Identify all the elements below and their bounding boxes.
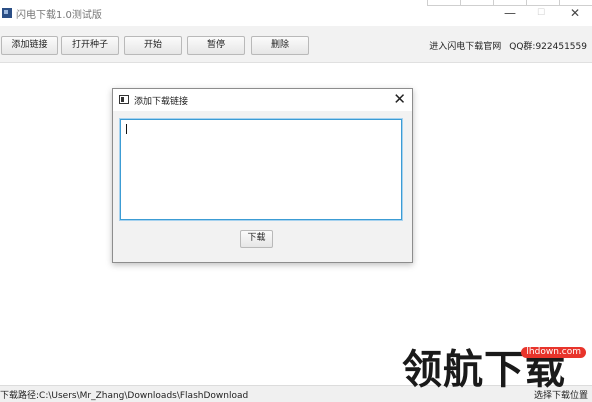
toolbar-info: 进入闪电下载官网 QQ群:922451559 xyxy=(429,39,587,52)
app-icon xyxy=(2,8,12,18)
dialog-window-icon xyxy=(119,95,129,104)
pause-button[interactable]: 暂停 xyxy=(187,36,245,55)
dialog-close-icon[interactable]: ✕ xyxy=(393,91,406,108)
dialog-title-bar: 添加下载链接 ✕ xyxy=(113,89,412,111)
title-bar: 闪电下载1.0测试版 — ☐ ✕ xyxy=(0,0,592,26)
open-torrent-button[interactable]: 打开种子 xyxy=(61,36,119,55)
qq-group-label: QQ群:922451559 xyxy=(509,42,587,52)
text-caret xyxy=(126,124,127,134)
start-button[interactable]: 开始 xyxy=(124,36,182,55)
dialog-title: 添加下载链接 xyxy=(134,97,189,107)
status-bar: 下载路径:C:\Users\Mr_Zhang\Downloads\FlashDo… xyxy=(0,385,592,402)
close-button[interactable]: ✕ xyxy=(568,7,582,19)
official-website-link[interactable]: 进入闪电下载官网 xyxy=(429,42,501,52)
delete-button[interactable]: 删除 xyxy=(251,36,309,55)
minimize-button[interactable]: — xyxy=(503,7,517,19)
download-button[interactable]: 下载 xyxy=(240,230,273,248)
choose-location-button[interactable]: 选择下载位置 xyxy=(534,388,588,401)
add-link-button[interactable]: 添加链接 xyxy=(1,36,58,55)
download-url-input[interactable] xyxy=(120,119,402,220)
maximize-button[interactable]: ☐ xyxy=(534,7,548,19)
add-download-link-dialog: 添加下载链接 ✕ 下载 xyxy=(112,88,413,263)
window-title: 闪电下载1.0测试版 xyxy=(16,10,102,21)
toolbar: 添加链接 打开种子 开始 暂停 删除 进入闪电下载官网 QQ群:922451559 xyxy=(0,26,592,63)
download-path: 下载路径:C:\Users\Mr_Zhang\Downloads\FlashDo… xyxy=(0,391,249,401)
